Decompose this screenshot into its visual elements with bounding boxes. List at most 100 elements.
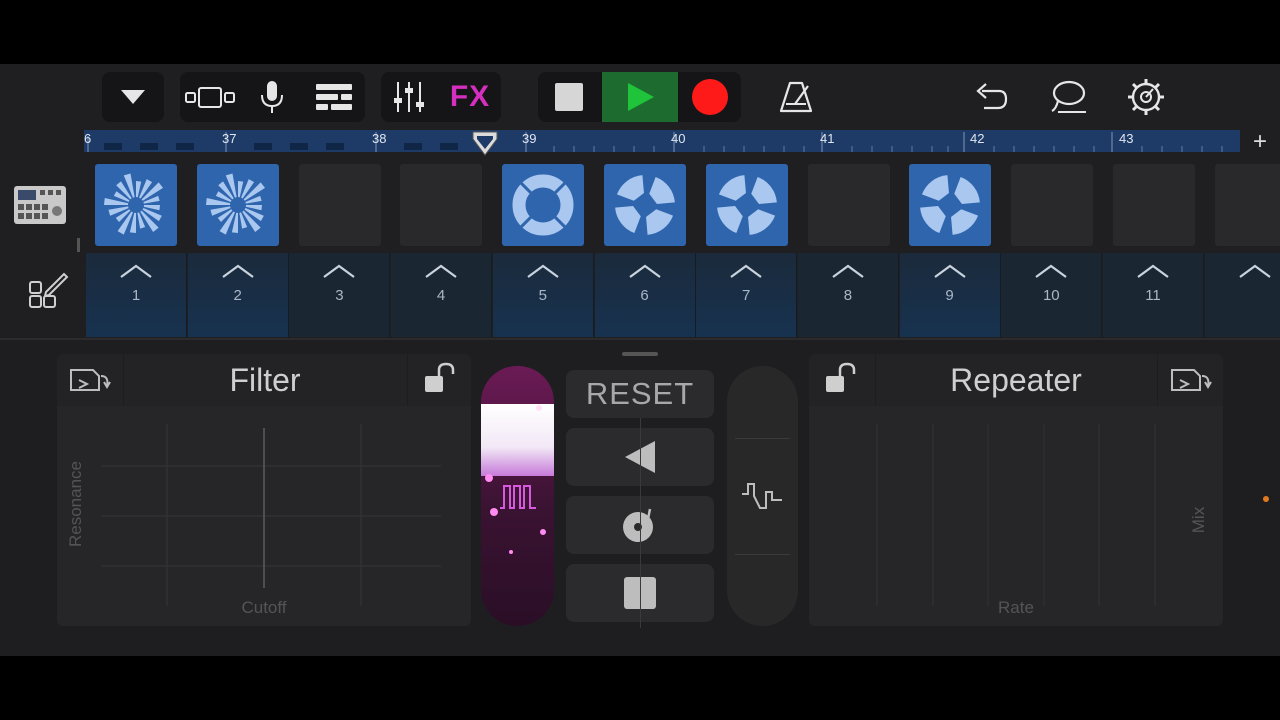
mixer-button[interactable] bbox=[381, 72, 437, 122]
chevron-up-icon bbox=[222, 264, 254, 278]
drum-machine-track-header[interactable] bbox=[12, 182, 68, 228]
column-trigger[interactable]: 9 bbox=[899, 253, 1001, 337]
timeline-ruler[interactable]: 6 37 38 39 40 41 42 43 bbox=[84, 130, 1240, 154]
loop-cell[interactable] bbox=[1011, 164, 1094, 246]
bar-label: 38 bbox=[372, 131, 387, 146]
chevron-up-icon bbox=[1239, 264, 1271, 278]
stop-button[interactable] bbox=[538, 72, 600, 122]
unlock-icon bbox=[425, 362, 455, 392]
play-button[interactable] bbox=[602, 72, 678, 122]
filter-title: Filter bbox=[229, 362, 301, 398]
loop-cell[interactable] bbox=[502, 164, 585, 246]
column-trigger[interactable]: 2 bbox=[187, 253, 289, 337]
bar-label: 41 bbox=[820, 131, 835, 146]
column-number: 3 bbox=[335, 287, 344, 304]
chevron-up-icon bbox=[832, 264, 864, 278]
chevron-up-icon bbox=[628, 264, 661, 278]
metronome-button[interactable] bbox=[768, 72, 824, 122]
column-trigger[interactable]: 10 bbox=[1001, 253, 1103, 337]
bar-label: 39 bbox=[522, 131, 537, 146]
undo-icon bbox=[976, 83, 1008, 110]
loop-cell[interactable] bbox=[604, 164, 686, 246]
column-number: 10 bbox=[1042, 287, 1060, 304]
chevron-up-icon bbox=[120, 264, 152, 278]
triangle-down-icon bbox=[121, 90, 145, 104]
repeater-xy-pad[interactable] bbox=[809, 406, 1223, 626]
column-trigger[interactable]: 1 bbox=[86, 253, 187, 337]
bar-label: 37 bbox=[222, 131, 237, 146]
repeater-lock-button[interactable] bbox=[809, 354, 876, 406]
loop-cell[interactable] bbox=[298, 164, 381, 246]
chevron-up-icon bbox=[1035, 264, 1067, 278]
reset-button[interactable]: RESET bbox=[566, 370, 714, 418]
column-trigger[interactable]: 11 bbox=[1103, 253, 1204, 337]
filter-lock-button[interactable] bbox=[407, 354, 472, 406]
column-trigger[interactable]: 3 bbox=[289, 253, 391, 337]
column-number: 8 bbox=[843, 287, 853, 304]
mixer-tracks-button[interactable] bbox=[305, 72, 363, 122]
tracks-view-icon bbox=[185, 87, 235, 108]
add-button[interactable]: + bbox=[1248, 130, 1272, 154]
record-button[interactable] bbox=[680, 72, 740, 122]
loop-quarter-icon bbox=[920, 175, 981, 235]
loop-cell[interactable] bbox=[95, 164, 177, 246]
downsampler-strip[interactable] bbox=[727, 366, 798, 626]
column-trigger[interactable]: 8 bbox=[797, 253, 899, 337]
ruler-ticks bbox=[87, 132, 1223, 152]
row-divider bbox=[77, 238, 80, 252]
gater-strip[interactable] bbox=[481, 366, 554, 626]
column-number: 2 bbox=[233, 287, 242, 304]
loop-cell[interactable] bbox=[400, 164, 483, 246]
drag-handle[interactable] bbox=[622, 352, 658, 356]
column-number: 1 bbox=[131, 287, 141, 304]
undo-button[interactable] bbox=[962, 72, 1018, 122]
strip-divider bbox=[735, 438, 790, 439]
fx-button[interactable]: FX bbox=[441, 72, 499, 122]
fx-pads-area: Filter Cutoff Resonance RESET Repeater R… bbox=[0, 338, 1280, 656]
loop-cell[interactable] bbox=[909, 164, 992, 246]
loop-cell[interactable] bbox=[807, 164, 890, 246]
loop-quarter-icon bbox=[615, 175, 675, 235]
loop-ring-icon bbox=[512, 174, 574, 236]
filter-panel: Filter Cutoff Resonance bbox=[57, 354, 471, 626]
column-trigger[interactable]: 4 bbox=[391, 253, 493, 337]
bar-label: 42 bbox=[970, 131, 985, 146]
edit-grid-button[interactable] bbox=[24, 268, 70, 314]
column-trigger[interactable]: 5 bbox=[492, 253, 594, 337]
repeater-title: Repeater bbox=[950, 362, 1082, 398]
chevron-up-icon bbox=[425, 264, 457, 278]
column-number: 6 bbox=[640, 287, 649, 304]
loop-browser-button[interactable] bbox=[1040, 72, 1096, 122]
fx-label: FX bbox=[449, 80, 491, 113]
lasso-loop-icon bbox=[1051, 80, 1086, 113]
cutoff-axis-label: Cutoff bbox=[241, 598, 287, 617]
swap-effect-icon bbox=[70, 369, 111, 391]
repeater-swap-button[interactable] bbox=[1157, 354, 1224, 406]
filter-swap-button[interactable] bbox=[57, 354, 124, 406]
loop-spinner-icon bbox=[104, 173, 164, 235]
chevron-up-icon bbox=[933, 264, 966, 278]
repeater-panel: Repeater Rate Mix bbox=[809, 354, 1223, 626]
loop-cell[interactable] bbox=[1214, 164, 1280, 246]
loop-cell[interactable] bbox=[705, 164, 788, 246]
track-list-icon bbox=[316, 84, 352, 110]
mic-button[interactable] bbox=[243, 72, 301, 122]
drum-machine-icon bbox=[14, 186, 66, 224]
stop-icon bbox=[555, 83, 583, 111]
column-trigger[interactable]: 6 bbox=[594, 253, 696, 337]
loop-cell[interactable] bbox=[196, 164, 279, 246]
chevron-up-icon bbox=[527, 264, 559, 278]
browser-button[interactable] bbox=[102, 72, 164, 122]
loop-cell[interactable] bbox=[1113, 164, 1195, 246]
bar-label: 43 bbox=[1119, 131, 1134, 146]
column-trigger[interactable]: 7 bbox=[696, 253, 798, 337]
settings-button[interactable] bbox=[1118, 72, 1174, 122]
column-trigger[interactable] bbox=[1204, 253, 1280, 337]
microphone-icon bbox=[261, 81, 283, 113]
playhead-icon[interactable] bbox=[472, 131, 498, 157]
loop-quarter-icon bbox=[716, 175, 777, 235]
tracks-view-button[interactable] bbox=[180, 72, 240, 122]
play-icon bbox=[628, 83, 654, 111]
filter-xy-pad[interactable] bbox=[57, 406, 471, 626]
record-icon bbox=[692, 79, 728, 115]
